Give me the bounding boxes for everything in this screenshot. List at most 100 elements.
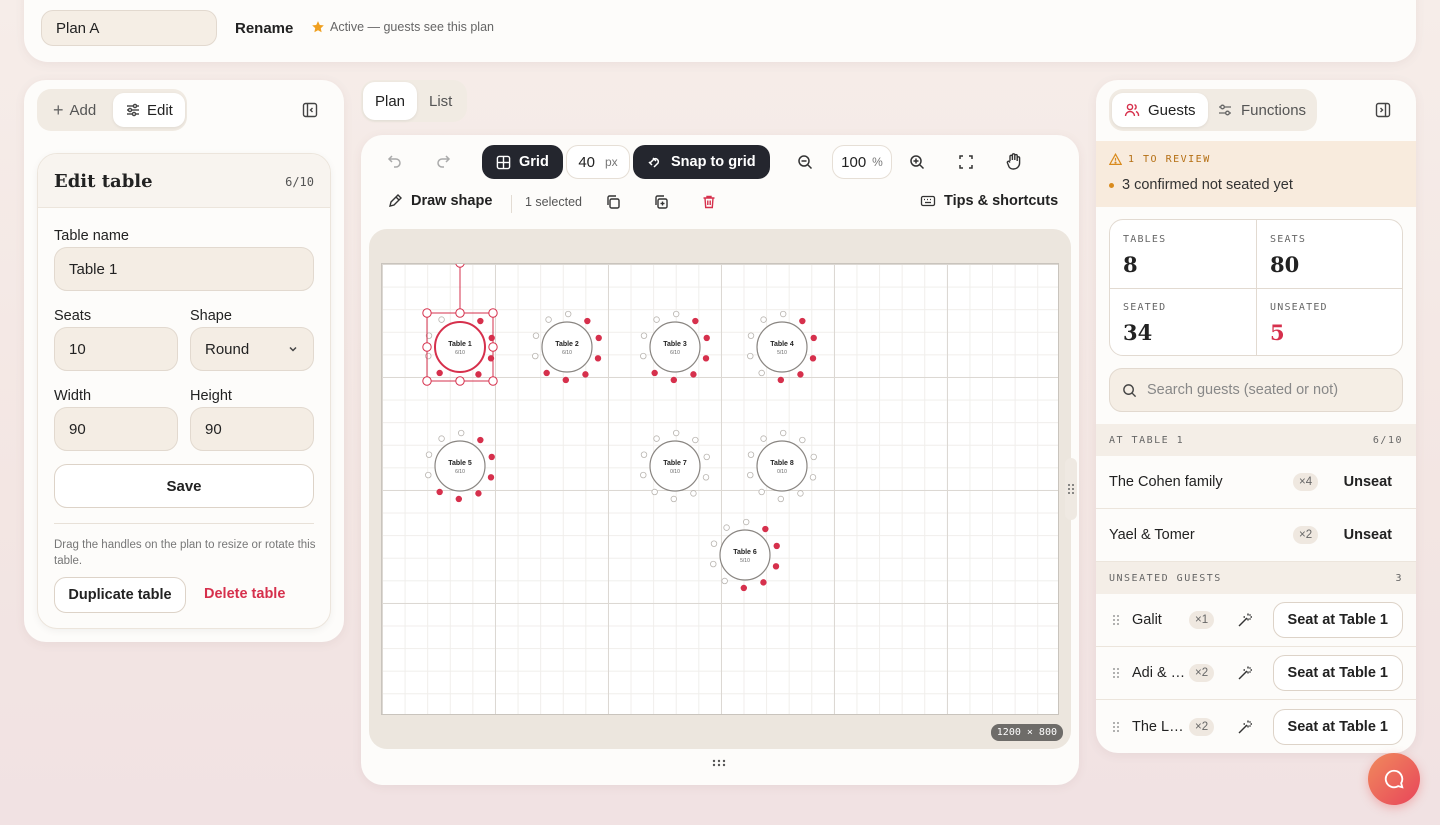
active-status: Active — guests see this plan: [311, 20, 494, 34]
stat-label: UNSEATED: [1270, 302, 1328, 313]
table-2[interactable]: Table 2 6/10: [532, 310, 602, 384]
redo-icon[interactable]: [435, 153, 451, 169]
pan-hand-icon[interactable]: [1005, 152, 1023, 170]
guests-functions-toggle: Guests Functions: [1109, 89, 1317, 131]
table-name-input[interactable]: Table 1: [54, 247, 314, 291]
review-item[interactable]: 3 confirmed not seated yet: [1109, 177, 1293, 193]
edit-tab[interactable]: Edit: [113, 93, 185, 127]
guest-search-input[interactable]: Search guests (seated or not): [1109, 368, 1403, 412]
seat-marker: [425, 471, 432, 479]
height-label: Height: [190, 388, 232, 404]
stat-label: TABLES: [1123, 234, 1167, 245]
list-item[interactable]: Adi & … ×2 Seat at Table 1: [1096, 647, 1416, 700]
table-7[interactable]: Table 8 0/10: [747, 429, 817, 503]
resize-handle[interactable]: [422, 308, 432, 318]
tab-functions[interactable]: Functions: [1205, 93, 1318, 127]
resize-handle[interactable]: [422, 376, 432, 386]
trash-icon[interactable]: [701, 194, 717, 210]
snap-to-grid-label: Snap to grid: [671, 154, 756, 170]
resize-grip[interactable]: [1065, 458, 1077, 520]
drag-handle-icon[interactable]: [712, 759, 726, 767]
save-button[interactable]: Save: [54, 464, 314, 508]
keyboard-icon: [920, 193, 936, 209]
zoom-in-icon[interactable]: [909, 154, 925, 170]
resize-handle[interactable]: [488, 342, 498, 352]
table-1[interactable]: Table 1 6/10: [422, 264, 498, 386]
magic-wand-icon[interactable]: [1237, 612, 1253, 628]
table-label: Table 7: [663, 460, 687, 467]
resize-handle[interactable]: [455, 376, 465, 386]
seat-marker: [690, 371, 697, 378]
guest-name: Galit: [1132, 612, 1162, 628]
canvas-area[interactable]: Table 1 6/10 Table 2 6/10 Table 3 6/10 Table 4…: [369, 229, 1071, 749]
copy-icon[interactable]: [605, 194, 621, 210]
chat-button[interactable]: [1368, 753, 1420, 805]
plan-name-input[interactable]: Plan A: [41, 10, 217, 46]
seat-marker: [487, 474, 495, 481]
rename-button[interactable]: Rename: [235, 20, 293, 37]
table-3[interactable]: Table 3 6/10: [640, 310, 710, 384]
seat-button[interactable]: Seat at Table 1: [1272, 602, 1403, 638]
tab-list[interactable]: List: [417, 82, 464, 120]
seats-input[interactable]: 10: [54, 327, 178, 371]
list-item[interactable]: The L… ×2 Seat at Table 1: [1096, 700, 1416, 753]
duplicate-icon[interactable]: [653, 194, 669, 210]
grid-toggle-button[interactable]: Grid: [482, 145, 563, 179]
stat-value: 5: [1270, 320, 1285, 345]
tab-plan[interactable]: Plan: [363, 82, 418, 120]
at-table-header: AT TABLE 1 6/10: [1096, 424, 1416, 456]
seat-button[interactable]: Seat at Table 1: [1272, 708, 1403, 745]
unseat-button[interactable]: Unseat: [1344, 474, 1392, 490]
add-tab[interactable]: + Add: [41, 93, 108, 127]
seat-marker: [777, 495, 785, 503]
tab-guests[interactable]: Guests: [1112, 93, 1208, 127]
drag-grip-icon[interactable]: [1112, 667, 1120, 679]
resize-handle[interactable]: [488, 308, 498, 318]
duplicate-table-button[interactable]: Duplicate table: [54, 577, 186, 613]
stat-value: 8: [1123, 252, 1138, 277]
right-panel: Guests Functions 1 TO REVIEW 3 confirmed…: [1096, 80, 1416, 753]
seat-marker: [670, 376, 678, 384]
tips-shortcuts-button[interactable]: Tips & shortcuts: [920, 193, 1058, 209]
settings-sliders-icon: [1217, 102, 1233, 118]
resize-handle[interactable]: [455, 308, 465, 318]
floor-plan[interactable]: Table 1 6/10 Table 2 6/10 Table 3 6/10 Table 4…: [381, 263, 1059, 715]
seat-marker: [773, 542, 780, 550]
snap-to-grid-button[interactable]: Snap to grid: [633, 145, 770, 179]
table-8[interactable]: Table 6 5/10: [710, 518, 780, 592]
seat-marker: [760, 435, 767, 442]
magic-wand-icon[interactable]: [1237, 719, 1253, 735]
table-4[interactable]: Table 4 5/10: [747, 310, 817, 384]
table-label: Table 8: [770, 460, 794, 467]
list-item[interactable]: Galit ×1 Seat at Table 1: [1096, 594, 1416, 647]
shape-select[interactable]: Round: [190, 327, 314, 371]
zoom-out-icon[interactable]: [797, 154, 813, 170]
drag-grip-icon[interactable]: [1112, 721, 1120, 733]
resize-handle[interactable]: [422, 342, 432, 352]
draw-shape-button[interactable]: Draw shape: [387, 193, 492, 209]
undo-icon[interactable]: [387, 153, 403, 169]
drag-grip-icon[interactable]: [1112, 614, 1120, 626]
seat-marker: [425, 352, 432, 360]
width-input[interactable]: 90: [54, 407, 178, 451]
rotate-handle[interactable]: [455, 264, 465, 268]
grid-size-input[interactable]: 40 px: [566, 145, 630, 179]
fit-to-screen-icon[interactable]: [958, 154, 974, 170]
toolbar-divider: [511, 195, 512, 213]
canvas-panel: Grid 40 px Snap to grid 100 % Draw shape…: [361, 135, 1079, 785]
delete-table-button[interactable]: Delete table: [204, 586, 285, 602]
resize-handle[interactable]: [488, 376, 498, 386]
review-item-text: 3 confirmed not seated yet: [1122, 177, 1293, 193]
search-icon: [1122, 383, 1137, 398]
collapse-right-panel-icon[interactable]: [1375, 102, 1391, 118]
table-5[interactable]: Table 5 6/10: [425, 429, 495, 503]
collapse-panel-icon[interactable]: [302, 102, 318, 118]
zoom-level-input[interactable]: 100 %: [832, 145, 892, 179]
stat-label: SEATS: [1270, 234, 1307, 245]
stat-unseated: UNSEATED 5: [1257, 288, 1402, 355]
unseat-button[interactable]: Unseat: [1344, 527, 1392, 543]
magic-wand-icon[interactable]: [1237, 665, 1253, 681]
height-input[interactable]: 90: [190, 407, 314, 451]
seat-button[interactable]: Seat at Table 1: [1272, 655, 1403, 691]
table-6[interactable]: Table 7 0/10: [640, 429, 710, 503]
